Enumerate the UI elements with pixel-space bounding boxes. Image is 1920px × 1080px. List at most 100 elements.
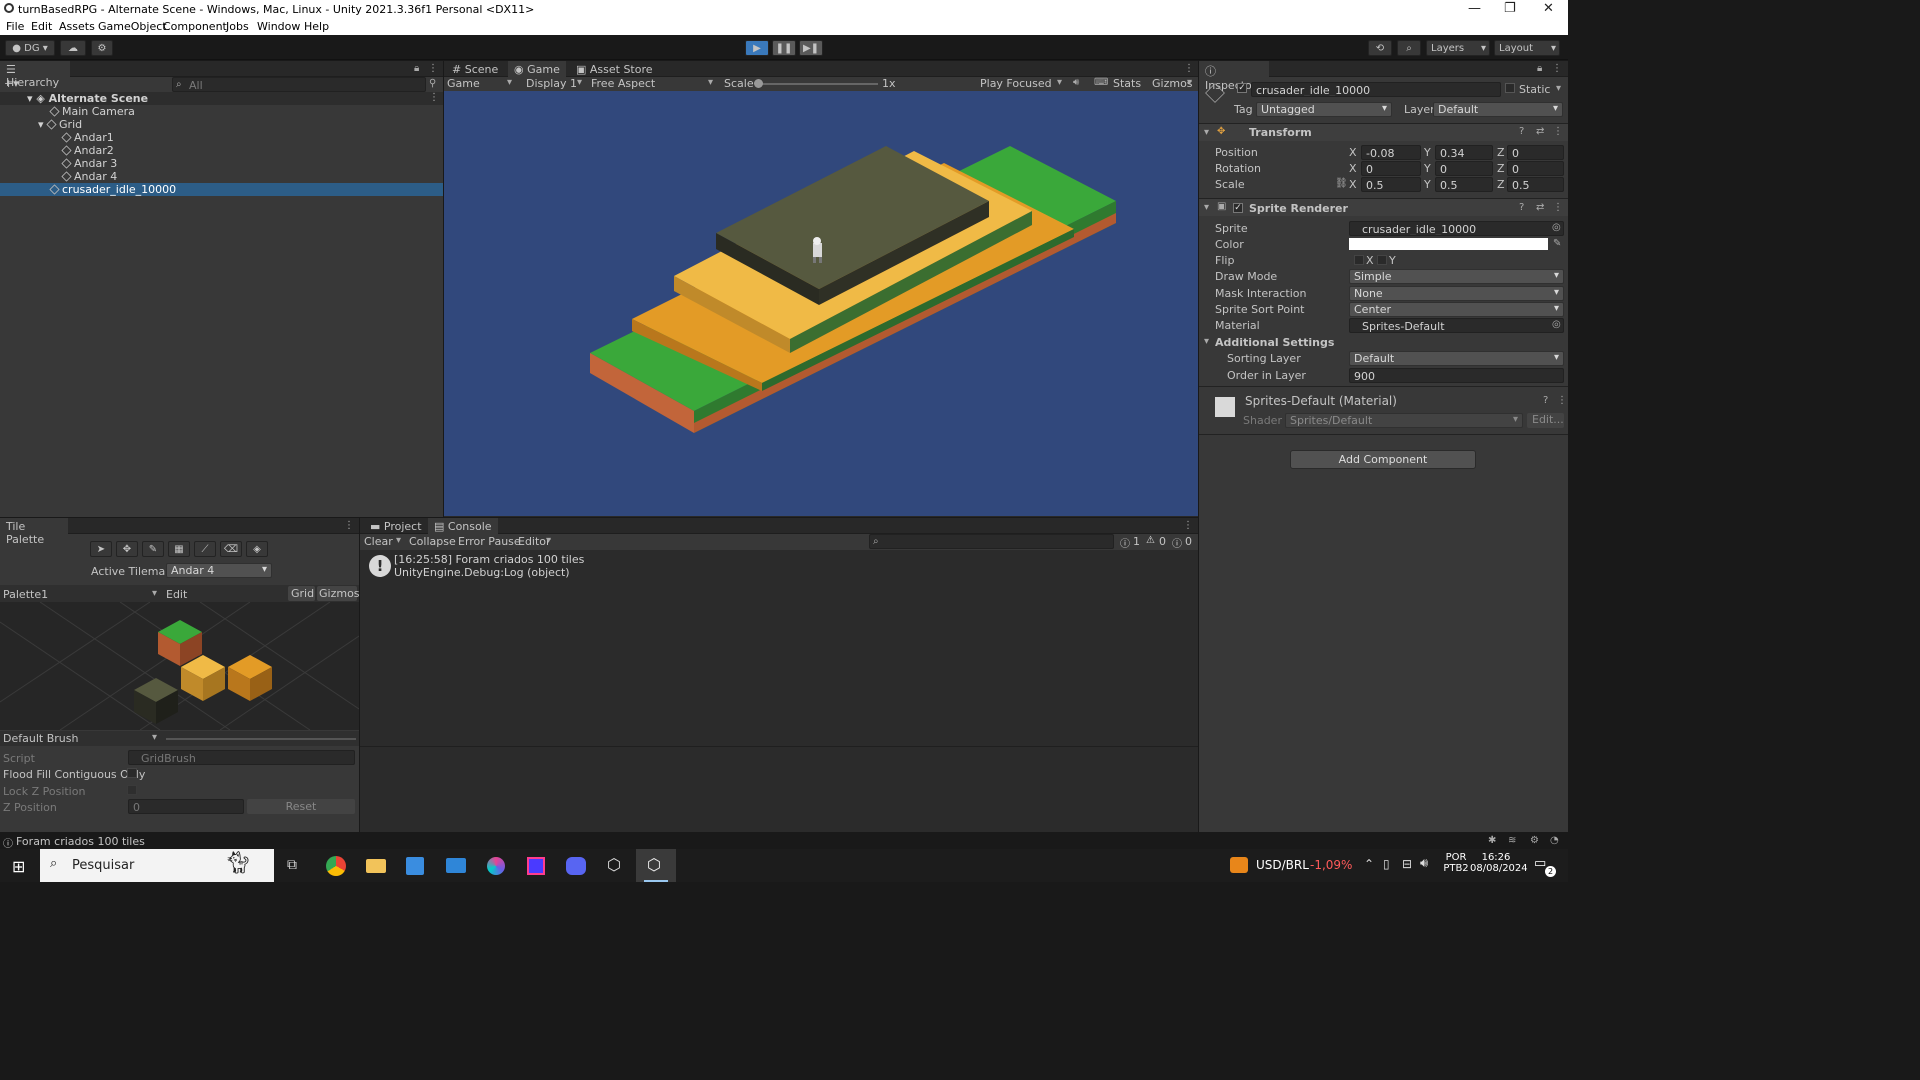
shader-dropdown[interactable]: Sprites/Default bbox=[1285, 413, 1523, 428]
game-view-dropdown[interactable]: Game bbox=[447, 77, 480, 90]
taskbar-search[interactable]: ⌕ Pesquisar 🐈︎ bbox=[40, 849, 274, 882]
display-dropdown[interactable]: Display 1 bbox=[526, 77, 577, 90]
more-icon[interactable]: ⋮ bbox=[1553, 202, 1563, 213]
lock-icon[interactable]: 🔒︎ bbox=[414, 63, 419, 74]
tab-scene[interactable]: # Scene bbox=[446, 61, 504, 77]
hierarchy-item-andar2[interactable]: Andar2 bbox=[61, 144, 114, 157]
bug-icon[interactable]: ⚙ bbox=[1530, 835, 1539, 846]
help-icon[interactable]: ? bbox=[1543, 395, 1548, 406]
hierarchy-item-grid[interactable]: ▾ Grid bbox=[38, 118, 82, 131]
static-checkbox[interactable] bbox=[1505, 83, 1515, 93]
discord-icon[interactable] bbox=[566, 857, 586, 875]
more-icon[interactable]: ⋮ bbox=[1183, 520, 1193, 531]
error-pause-button[interactable]: Error Pause bbox=[458, 535, 521, 548]
preset-icon[interactable]: ⇄ bbox=[1536, 202, 1544, 213]
scale-y-field[interactable]: 0.5 bbox=[1435, 177, 1493, 192]
brush-splitter[interactable] bbox=[166, 738, 356, 740]
rotation-z-field[interactable]: 0 bbox=[1507, 161, 1564, 176]
layers-dropdown[interactable]: Layers ▾ bbox=[1426, 40, 1490, 56]
restore-icon[interactable]: ❐ bbox=[1504, 1, 1516, 16]
order-in-layer-field[interactable]: 900 bbox=[1349, 368, 1564, 383]
step-button[interactable]: ▶❚ bbox=[799, 40, 823, 56]
lock-icon[interactable]: 🔒︎ bbox=[1537, 63, 1542, 74]
aspect-dropdown[interactable]: Free Aspect bbox=[591, 77, 655, 90]
collapse-button[interactable]: Collapse bbox=[409, 535, 456, 548]
game-viewport[interactable] bbox=[444, 91, 1198, 516]
sort-point-dropdown[interactable]: Center bbox=[1349, 302, 1564, 317]
store-icon[interactable] bbox=[406, 857, 424, 875]
flip-x-checkbox[interactable] bbox=[1354, 255, 1364, 265]
orange-tile[interactable] bbox=[228, 655, 272, 701]
object-picker-icon[interactable]: ◎ bbox=[1552, 222, 1561, 233]
shader-edit-button[interactable]: Edit... bbox=[1527, 413, 1564, 428]
unity-editor-taskbar-button[interactable]: ⬡ bbox=[636, 849, 676, 882]
add-button[interactable]: +▾ bbox=[4, 77, 24, 91]
scene-root[interactable]: ▾ ◈ Alternate Scene bbox=[27, 92, 148, 105]
play-focused-dropdown[interactable]: Play Focused bbox=[980, 77, 1052, 90]
active-tilemap-dropdown[interactable]: Andar 4 bbox=[166, 563, 272, 578]
filter-icon[interactable]: ⚲ bbox=[429, 78, 436, 89]
currency-pair[interactable]: USD/BRL bbox=[1256, 858, 1309, 872]
hierarchy-item-main-camera[interactable]: Main Camera bbox=[49, 105, 135, 118]
jetbrains-icon[interactable] bbox=[527, 857, 545, 875]
link-icon[interactable]: ⛓ bbox=[1335, 178, 1348, 189]
flood-fill-checkbox[interactable] bbox=[127, 768, 137, 778]
foldout-icon[interactable]: ▾ bbox=[1204, 202, 1209, 213]
hierarchy-item-crusader[interactable]: crusader_idle_10000 bbox=[49, 183, 176, 196]
menu-jobs[interactable]: Jobs bbox=[226, 20, 249, 33]
preset-icon[interactable]: ⇄ bbox=[1536, 126, 1544, 137]
picker-tool-button[interactable]: ⟋ bbox=[194, 541, 216, 557]
menu-file[interactable]: File bbox=[6, 20, 24, 33]
scale-slider-handle[interactable] bbox=[754, 79, 763, 88]
hierarchy-item-andar3[interactable]: Andar 3 bbox=[61, 157, 117, 170]
more-icon[interactable]: ⋮ bbox=[1552, 63, 1562, 74]
speaker-icon[interactable]: 🔊︎ bbox=[1420, 856, 1428, 871]
gizmos-toggle[interactable]: Gizmos bbox=[317, 586, 360, 601]
lock-z-checkbox[interactable] bbox=[127, 785, 137, 795]
menu-help[interactable]: Help bbox=[304, 20, 329, 33]
tab-tile-palette[interactable]: Tile Palette bbox=[0, 518, 68, 546]
mask-interaction-dropdown[interactable]: None bbox=[1349, 286, 1564, 301]
unity-hub-icon[interactable]: ⬡ bbox=[607, 855, 621, 874]
chevron-down-icon[interactable]: ▾ bbox=[1556, 83, 1561, 94]
menu-edit[interactable]: Edit bbox=[31, 20, 52, 33]
palette-dropdown[interactable]: Palette1 bbox=[3, 588, 48, 601]
tab-project[interactable]: ▬ Project bbox=[364, 518, 428, 534]
console-log-entry[interactable]: ! [16:25:58] Foram criados 100 tiles Uni… bbox=[360, 552, 1198, 580]
more-icon[interactable]: ⋮ bbox=[1184, 63, 1194, 74]
position-z-field[interactable]: 0 bbox=[1507, 145, 1564, 160]
windows-start-icon[interactable]: ⊞ bbox=[12, 857, 25, 876]
tab-asset-store[interactable]: ▣ Asset Store bbox=[570, 61, 659, 77]
edit-palette-button[interactable]: Edit bbox=[166, 588, 187, 601]
box-fill-tool-button[interactable]: ▦ bbox=[168, 541, 190, 557]
console-search-input[interactable] bbox=[869, 534, 1114, 549]
grid-toggle[interactable]: Grid bbox=[288, 586, 315, 601]
menu-window[interactable]: Window bbox=[257, 20, 300, 33]
history-button[interactable]: ⟲ bbox=[1368, 40, 1392, 56]
scale-z-field[interactable]: 0.5 bbox=[1507, 177, 1564, 192]
chevron-up-icon[interactable]: ⌃ bbox=[1364, 857, 1374, 871]
console-splitter[interactable] bbox=[360, 746, 1198, 747]
menu-component[interactable]: Component bbox=[163, 20, 227, 33]
scale-slider[interactable] bbox=[758, 83, 878, 85]
rotation-x-field[interactable]: 0 bbox=[1361, 161, 1421, 176]
reset-button[interactable]: Reset bbox=[247, 799, 355, 814]
position-y-field[interactable]: 0.34 bbox=[1435, 145, 1493, 160]
hierarchy-item-andar1[interactable]: Andar1 bbox=[61, 131, 114, 144]
menu-assets[interactable]: Assets bbox=[59, 20, 95, 33]
keyboard-icon[interactable]: ⌨ bbox=[1094, 77, 1108, 88]
sorting-layer-dropdown[interactable]: Default bbox=[1349, 351, 1564, 366]
select-tool-button[interactable]: ➤ bbox=[90, 541, 112, 557]
language-indicator[interactable]: POR PTB2 bbox=[1443, 852, 1469, 874]
help-icon[interactable]: ? bbox=[1519, 126, 1524, 137]
currency-widget-icon[interactable] bbox=[1230, 857, 1248, 873]
fill-tool-button[interactable]: ◈ bbox=[246, 541, 268, 557]
foldout-icon[interactable]: ▾ bbox=[1204, 336, 1209, 347]
stats-button[interactable]: Stats bbox=[1113, 77, 1141, 90]
hierarchy-search-input[interactable]: All bbox=[172, 77, 426, 92]
tab-console[interactable]: ▤ Console bbox=[428, 518, 498, 534]
more-icon[interactable]: ⋮ bbox=[428, 63, 438, 74]
minimize-icon[interactable]: — bbox=[1468, 1, 1481, 16]
status-message[interactable]: Foram criados 100 tiles bbox=[16, 835, 145, 848]
more-icon[interactable]: ⋮ bbox=[1553, 126, 1563, 137]
